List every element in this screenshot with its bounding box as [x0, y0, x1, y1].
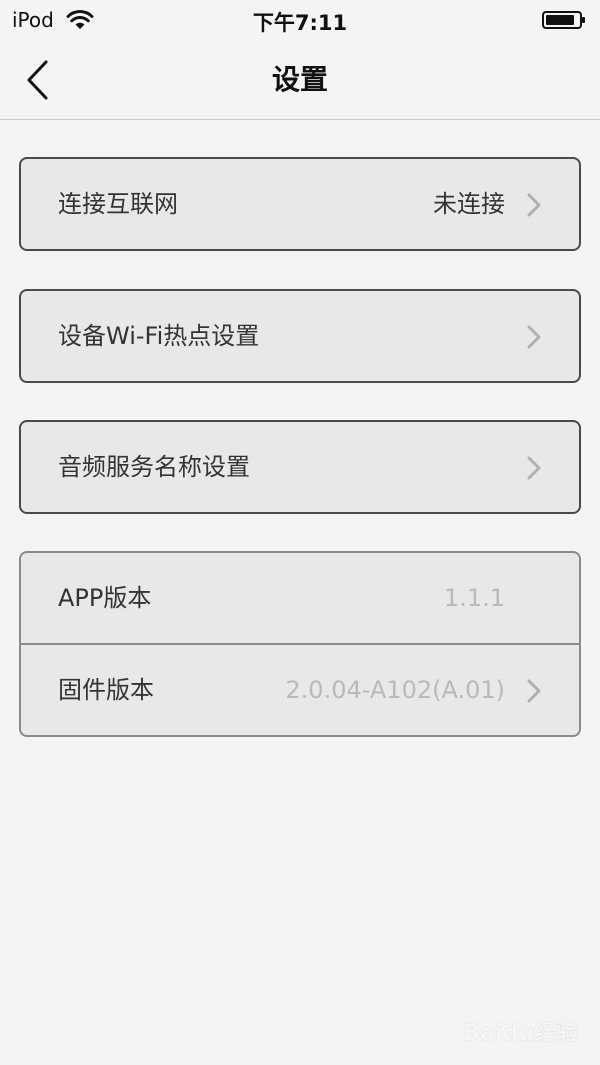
firmware-version-value: 2.0.04-A102(A.01) — [285, 676, 505, 704]
app-version-row: APP版本 1.1.1 — [21, 553, 579, 643]
internet-row[interactable]: 连接互联网 未连接 — [21, 159, 579, 249]
chevron-right-icon — [527, 679, 541, 703]
internet-label: 连接互联网 — [58, 190, 178, 218]
app-version-value: 1.1.1 — [443, 584, 505, 612]
internet-card: 连接互联网 未连接 — [19, 157, 581, 251]
internet-status: 未连接 — [433, 190, 505, 218]
status-bar: iPod 下午7:11 — [0, 0, 600, 40]
audio-service-label: 音频服务名称设置 — [58, 453, 250, 481]
audio-service-row[interactable]: 音频服务名称设置 — [21, 422, 579, 512]
chevron-right-icon — [527, 193, 541, 217]
hotspot-row[interactable]: 设备Wi-Fi热点设置 — [21, 291, 579, 381]
firmware-version-row[interactable]: 固件版本 2.0.04-A102(A.01) — [21, 643, 579, 735]
hotspot-card: 设备Wi-Fi热点设置 — [19, 289, 581, 383]
status-time: 下午7:11 — [252, 11, 348, 35]
firmware-version-label: 固件版本 — [58, 676, 154, 704]
nav-bar: 设置 — [0, 40, 600, 120]
page-title: 设置 — [271, 63, 328, 96]
watermark: Baidu经验 — [463, 1021, 578, 1046]
chevron-right-icon — [527, 325, 541, 349]
version-card: APP版本 1.1.1 固件版本 2.0.04-A102(A.01) — [19, 551, 581, 737]
battery-icon — [542, 11, 585, 29]
app-version-label: APP版本 — [58, 584, 152, 612]
chevron-right-icon — [527, 456, 541, 480]
hotspot-label: 设备Wi-Fi热点设置 — [58, 322, 260, 350]
audio-service-card: 音频服务名称设置 — [19, 420, 581, 514]
